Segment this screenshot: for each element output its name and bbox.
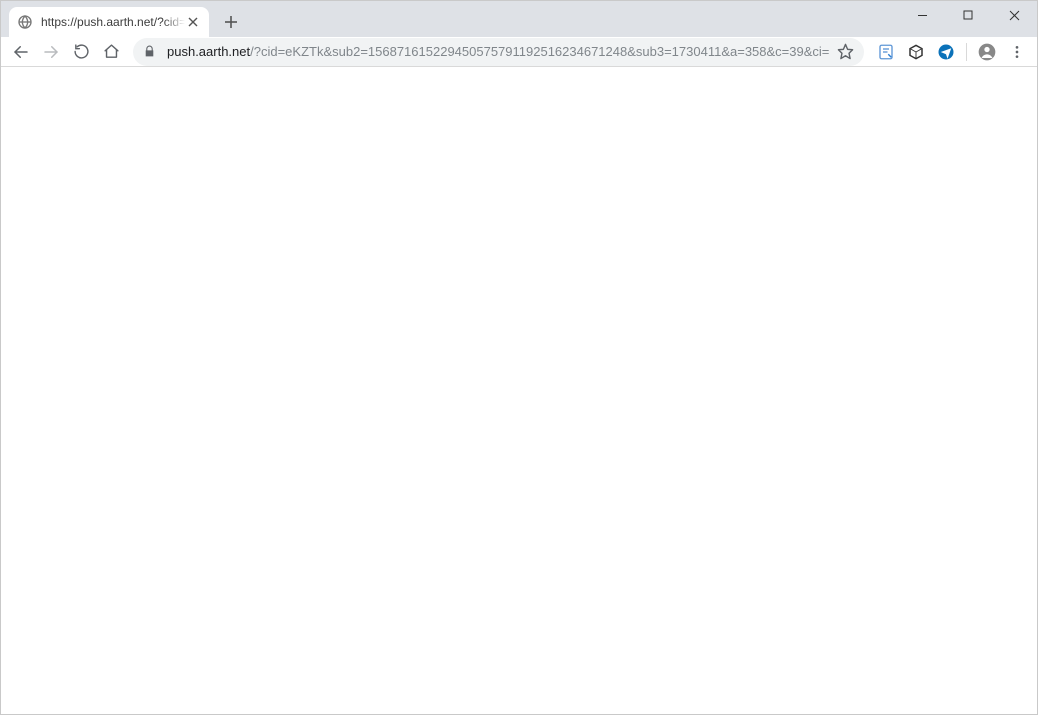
window-close-button[interactable] (991, 1, 1037, 29)
forward-button[interactable] (37, 38, 65, 66)
browser-title-bar: https://push.aarth.net/?cid=eKZT (1, 1, 1037, 37)
profile-button[interactable] (973, 38, 1001, 66)
toolbar-divider (966, 43, 967, 61)
home-button[interactable] (97, 38, 125, 66)
globe-icon (17, 14, 33, 30)
new-tab-button[interactable] (217, 8, 245, 36)
url-host: push.aarth.net (167, 44, 250, 59)
url-path: /?cid=eKZTk&sub2=15687161522945057579119… (250, 44, 830, 59)
url-text: push.aarth.net/?cid=eKZTk&sub2=156871615… (167, 44, 830, 59)
extension-cube-icon[interactable] (902, 38, 930, 66)
close-tab-button[interactable] (185, 14, 201, 30)
bookmark-star-button[interactable] (836, 43, 854, 60)
menu-button[interactable] (1003, 38, 1031, 66)
browser-toolbar: push.aarth.net/?cid=eKZTk&sub2=156871615… (1, 37, 1037, 67)
tab-title: https://push.aarth.net/?cid=eKZT (41, 15, 185, 29)
tab-strip: https://push.aarth.net/?cid=eKZT (1, 1, 245, 37)
reload-button[interactable] (67, 38, 95, 66)
page-content (1, 67, 1037, 714)
extension-plane-icon[interactable] (932, 38, 960, 66)
browser-tab[interactable]: https://push.aarth.net/?cid=eKZT (9, 7, 209, 37)
lock-icon (143, 45, 157, 58)
back-button[interactable] (7, 38, 35, 66)
address-bar[interactable]: push.aarth.net/?cid=eKZTk&sub2=156871615… (133, 38, 864, 66)
extension-note-icon[interactable] (872, 38, 900, 66)
window-controls (899, 1, 1037, 29)
maximize-button[interactable] (945, 1, 991, 29)
minimize-button[interactable] (899, 1, 945, 29)
